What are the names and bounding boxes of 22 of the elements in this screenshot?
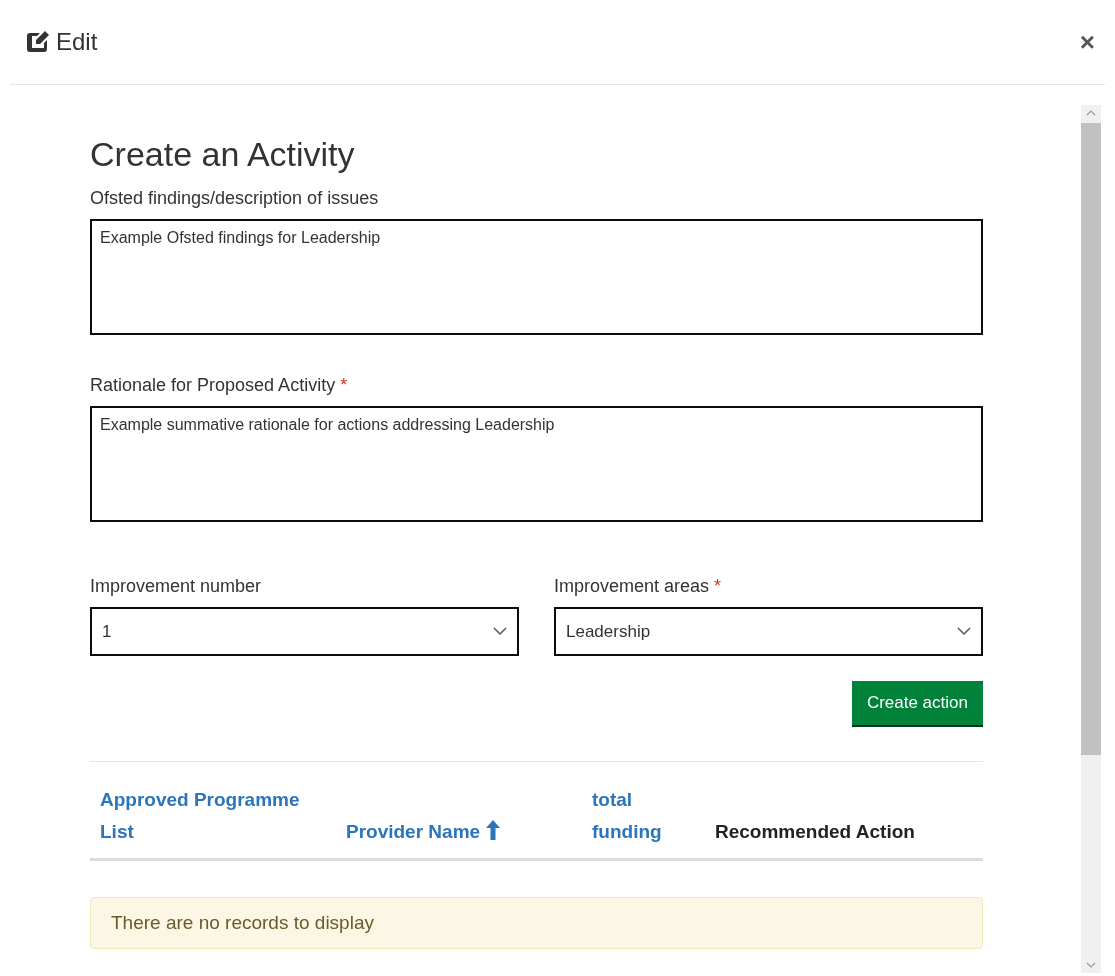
form-heading: Create an Activity: [90, 135, 356, 174]
column-header[interactable]: total funding: [592, 784, 715, 848]
dialog-title: Edit: [56, 28, 98, 56]
chevron-down-icon: [493, 627, 507, 636]
improvement-number-select[interactable]: 1: [90, 607, 519, 656]
create-action-button[interactable]: Create action: [851, 681, 983, 725]
close-button[interactable]: ×: [1079, 26, 1095, 58]
field-label: Ofsted findings/description of issues: [90, 188, 380, 209]
field-label: Improvement number: [90, 576, 263, 597]
findings-field[interactable]: Example Ofsted findings for Leadership: [90, 219, 983, 335]
improvement-areas-select[interactable]: Leadership: [554, 607, 983, 656]
scrollbar-thumb[interactable]: [1081, 123, 1101, 755]
field-label: Rationale for Proposed Activity *: [90, 375, 349, 396]
rationale-field[interactable]: Example summative rationale for actions addressing Leadership: [90, 406, 983, 522]
column-header: Recommended Action: [715, 820, 916, 844]
column-header[interactable]: Approved Programme List: [100, 784, 346, 848]
field-label: Improvement areas *: [554, 576, 723, 597]
column-header[interactable]: Provider Name: [346, 816, 592, 848]
chevron-down-icon: [957, 627, 971, 636]
scrollbar[interactable]: [1081, 105, 1101, 973]
empty-message: There are no records to display: [90, 897, 983, 949]
edit-icon: [26, 30, 50, 54]
